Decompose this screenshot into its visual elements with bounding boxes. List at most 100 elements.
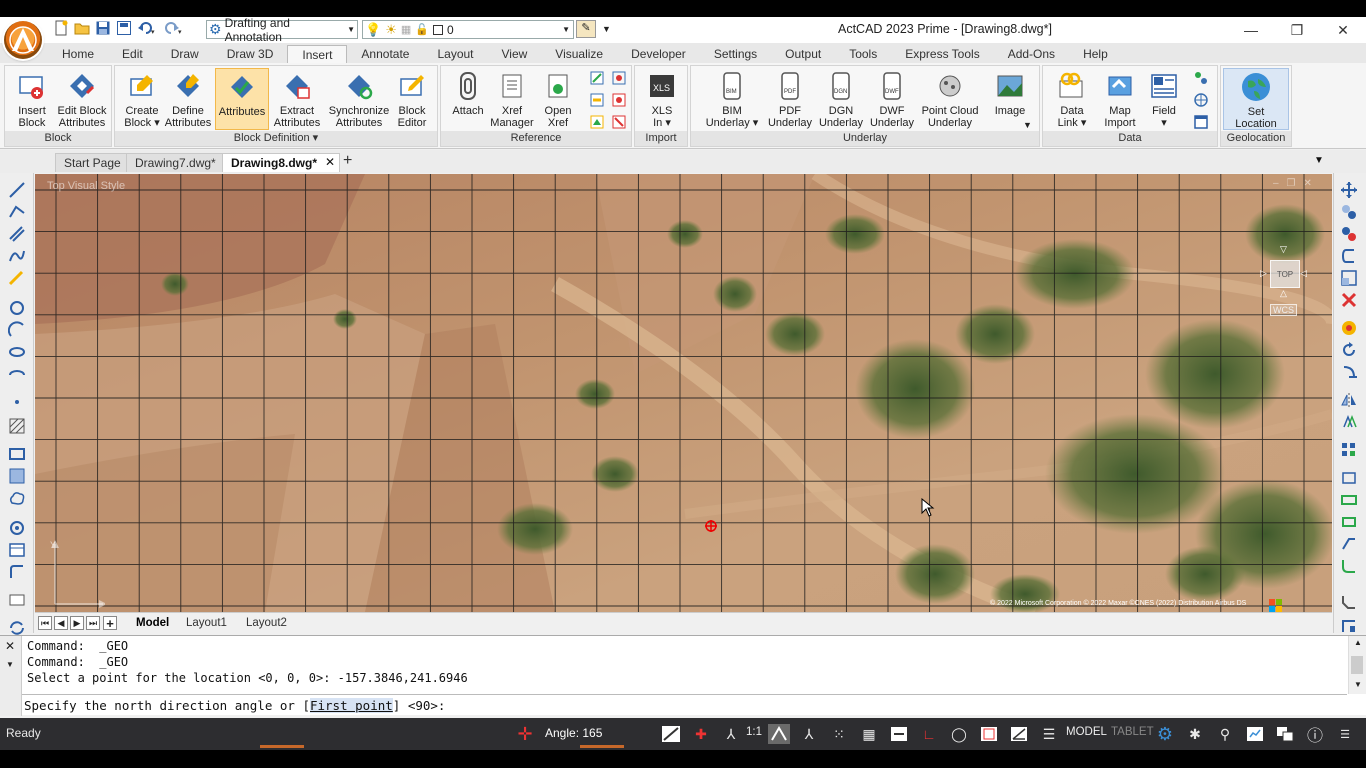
fillet-icon[interactable] [1340,557,1358,575]
new-file-icon[interactable] [52,19,70,37]
layer-manager-icon[interactable]: ✎ [576,20,596,38]
point-icon[interactable] [8,393,26,411]
scroll-down-icon[interactable]: ▼ [1354,680,1362,689]
insert-block-button[interactable]: Insert Block [5,68,59,130]
tab-list-chevron-icon[interactable]: ▼ [1314,155,1324,166]
wcs-label[interactable]: WCS [1270,304,1297,316]
layer-select[interactable]: 💡 ☀ ▦ 🔓 0 ▼ [362,20,574,39]
circle-icon[interactable] [8,299,26,317]
viewcube[interactable]: TOP ▷ ◁ ▽ △ WCS [1260,244,1310,316]
settings-gear-icon[interactable]: ⚙ [1154,724,1176,744]
scale-icon[interactable] [1340,269,1358,287]
tab-developer[interactable]: Developer [617,45,700,63]
open-xref-button[interactable]: Open Xref [531,68,585,130]
hatch-icon[interactable] [8,417,26,435]
add-layout-button[interactable]: + [103,616,117,631]
rectangle-icon[interactable] [8,445,26,463]
pin-icon[interactable]: ⚲ [1214,724,1236,744]
tab-model[interactable]: Model [133,615,172,631]
workspace-select[interactable]: ⚙ Drafting and Annotation ▼ [206,17,358,44]
underlay-more-chevron-icon[interactable]: ▼ [1023,120,1032,130]
osnap-icon[interactable]: ◯ [948,724,970,744]
close-button[interactable]: ✕ [1320,17,1366,43]
auto-scale-icon[interactable]: ⅄ [798,724,820,744]
dgn-underlay-button[interactable]: DGN DGN Underlay [814,68,868,130]
extract-attributes-button[interactable]: Extract Attributes [270,68,324,130]
stretch-icon[interactable] [1340,363,1358,381]
set-location-button[interactable]: Set Location [1223,68,1289,130]
ucs-toggle-icon[interactable]: ⅄ [720,724,742,744]
freehand-icon[interactable] [8,269,26,287]
command-scrollbar[interactable]: ▲ ▼ [1348,636,1366,694]
xclip-icon[interactable] [611,114,627,130]
viewcube-up-arrow-icon[interactable]: ▽ [1280,244,1287,255]
command-prompt[interactable]: Specify the north direction angle or [Fi… [24,698,445,713]
quick-properties-icon[interactable]: ☰ [1038,724,1060,744]
workspace-switch-icon[interactable]: ✱ [1184,724,1206,744]
table-icon[interactable] [8,541,26,559]
array-icon[interactable] [1340,413,1358,431]
tab-output[interactable]: Output [771,45,835,63]
redo-icon[interactable]: ▾ [161,19,183,37]
chamfer-icon[interactable] [1340,593,1358,611]
update-fields-icon[interactable] [1193,70,1209,86]
field-button[interactable]: Field ▾ [1137,68,1191,130]
tablet-toggle[interactable]: TABLET [1111,726,1154,738]
revision-cloud-icon[interactable] [8,489,26,507]
customize-qat-icon[interactable]: ▼ [602,24,611,34]
tab-settings[interactable]: Settings [700,45,771,63]
explode-icon[interactable] [1340,319,1358,337]
info-icon[interactable]: ⓘ [1304,724,1326,745]
app-logo-icon[interactable] [4,21,42,59]
clean-screen-icon[interactable] [1274,724,1296,744]
close-tab-icon[interactable]: ✕ [325,155,335,169]
tab-add-ons[interactable]: Add-Ons [994,45,1069,63]
grid-icon[interactable]: ▦ [858,724,880,744]
tab-start-page[interactable]: Start Page [55,153,130,172]
frame-icon[interactable] [611,70,627,86]
prev-layout-button[interactable]: ◀ [54,616,68,630]
tab-view[interactable]: View [488,45,542,63]
undo-icon[interactable]: ▾ [136,19,158,37]
edit-block-attributes-button[interactable]: Edit Block Attributes [55,68,109,130]
double-line-icon[interactable] [8,225,26,243]
tab-home[interactable]: Home [48,45,108,63]
attributes-button[interactable]: Attributes [215,68,269,130]
group-title[interactable]: Block Definition ▾ [115,131,437,146]
snap-tracking-icon[interactable] [978,724,1000,744]
hardware-accel-icon[interactable] [1244,724,1266,744]
clip-icon[interactable] [589,70,605,86]
tab-express-tools[interactable]: Express Tools [891,45,993,63]
tab-annotate[interactable]: Annotate [347,45,423,63]
snap-dots-icon[interactable]: ⁙ [828,724,850,744]
model-space-toggle[interactable]: MODEL [1066,726,1107,738]
line-icon[interactable] [8,181,26,199]
data-link-button[interactable]: Data Link ▾ [1045,68,1099,130]
polyline-icon[interactable] [8,203,26,221]
trim-icon[interactable] [1340,469,1358,487]
mirror-icon[interactable] [1340,391,1358,409]
array-grid-icon[interactable] [1340,441,1358,459]
tab-edit[interactable]: Edit [108,45,157,63]
dwf-underlay-button[interactable]: DWF DWF Underlay [865,68,919,130]
synchronize-attributes-button[interactable]: Synchronize Attributes [329,68,389,130]
block-editor-button[interactable]: Block Editor [385,68,439,130]
break-icon[interactable] [1340,513,1358,531]
move-icon[interactable] [1340,181,1358,199]
wipeout-icon[interactable] [8,563,26,581]
viewcube-right-arrow-icon[interactable]: ◁ [1300,268,1307,279]
xls-in-button[interactable]: XLS XLS In ▾ [635,68,689,130]
tab-layout[interactable]: Layout [423,45,487,63]
open-folder-icon[interactable] [73,19,91,37]
tab-drawing7[interactable]: Drawing7.dwg* [126,153,225,172]
save-icon[interactable] [94,19,112,37]
cursor-crosshair-icon[interactable]: ✛ [514,724,536,744]
tab-tools[interactable]: Tools [835,45,891,63]
join-icon[interactable] [1340,535,1358,553]
command-input[interactable]: Specify the north direction angle or [Fi… [22,694,1347,715]
annotation-scale-label[interactable]: 1:1 [746,726,762,738]
define-attributes-button[interactable]: Define Attributes [161,68,215,130]
restore-button[interactable]: ❐ [1274,17,1320,43]
extend-icon[interactable] [1340,491,1358,509]
tab-visualize[interactable]: Visualize [541,45,617,63]
